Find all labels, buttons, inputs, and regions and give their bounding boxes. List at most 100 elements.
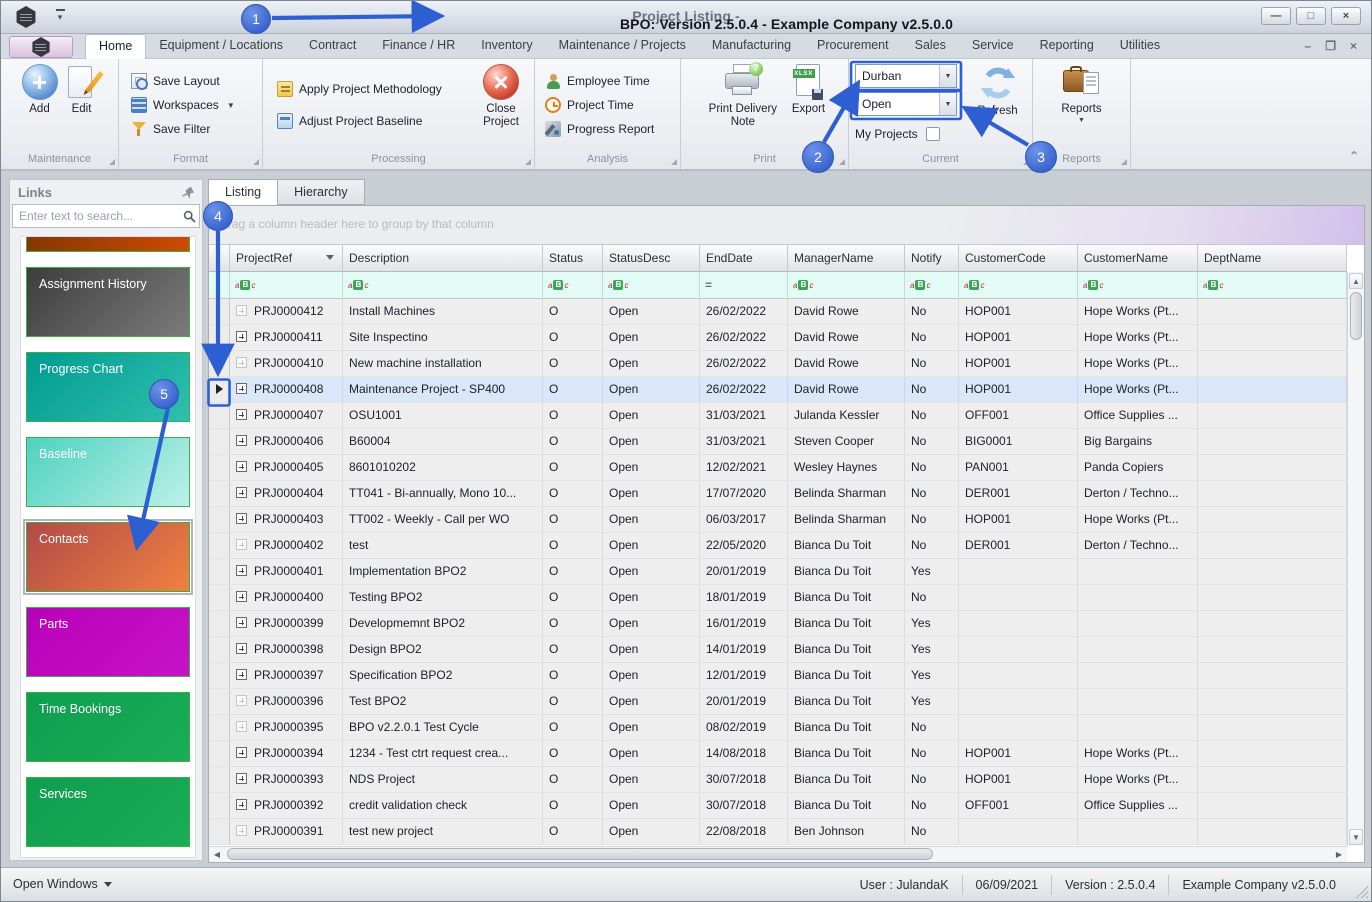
filter-cell-ccode[interactable]: aBc xyxy=(959,272,1078,299)
cell-mgr[interactable]: David Rowe xyxy=(788,299,905,324)
cell-dept[interactable] xyxy=(1198,429,1347,454)
mdi-restore-icon[interactable]: ❐ xyxy=(1325,38,1336,54)
cell-edate[interactable]: 12/01/2019 xyxy=(700,663,788,688)
cell-desc[interactable]: Install Machines xyxy=(343,299,543,324)
cell-edate[interactable]: 30/07/2018 xyxy=(700,767,788,792)
expand-row-icon[interactable] xyxy=(236,591,247,602)
column-header-status[interactable]: Status xyxy=(543,245,603,272)
mdi-close-icon[interactable]: × xyxy=(1350,38,1357,54)
cell-edate[interactable]: 18/01/2019 xyxy=(700,585,788,610)
progress-report-button[interactable]: Progress Report xyxy=(545,121,680,137)
cell-ccode[interactable]: HOP001 xyxy=(959,351,1078,376)
expand-row-icon[interactable] xyxy=(236,799,247,810)
cell-desc[interactable]: Design BPO2 xyxy=(343,637,543,662)
table-row[interactable]: PRJ0000404 TT041 - Bi-annually, Mono 10..… xyxy=(209,481,1347,507)
cell-status[interactable]: O xyxy=(543,611,603,636)
row-indicator-cell[interactable] xyxy=(209,715,230,740)
expand-row-icon[interactable] xyxy=(236,643,247,654)
cell-ccode[interactable] xyxy=(959,663,1078,688)
cell-cname[interactable] xyxy=(1078,585,1198,610)
row-indicator-cell[interactable] xyxy=(209,403,230,428)
adjust-project-baseline-button[interactable]: Adjust Project Baseline xyxy=(277,113,468,129)
cell-notify[interactable]: Yes xyxy=(905,559,959,584)
links-tile-partial[interactable] xyxy=(26,237,190,252)
cell-notify[interactable]: Yes xyxy=(905,689,959,714)
column-header-desc[interactable]: Description xyxy=(343,245,543,272)
cell-cname[interactable]: Hope Works (Pt... xyxy=(1078,351,1198,376)
links-tile-services[interactable]: Services xyxy=(26,777,190,847)
ribbon-tab-sales[interactable]: Sales xyxy=(902,34,959,59)
cell-sdesc[interactable]: Open xyxy=(603,559,700,584)
row-indicator-cell[interactable] xyxy=(209,299,230,324)
cell-sdesc[interactable]: Open xyxy=(603,429,700,454)
cell-cname[interactable]: Derton / Techno... xyxy=(1078,481,1198,506)
cell-ccode[interactable]: DER001 xyxy=(959,481,1078,506)
filter-cell-sdesc[interactable]: aBc xyxy=(603,272,700,299)
cell-ccode[interactable]: HOP001 xyxy=(959,299,1078,324)
vertical-scrollbar[interactable]: ▲ ▼ xyxy=(1347,272,1364,846)
cell-notify[interactable]: No xyxy=(905,299,959,324)
cell-mgr[interactable]: Belinda Sharman xyxy=(788,507,905,532)
expand-row-icon[interactable] xyxy=(236,539,247,550)
cell-cname[interactable]: Hope Works (Pt... xyxy=(1078,377,1198,402)
refresh-button[interactable]: Refresh xyxy=(977,59,1018,151)
site-dropdown[interactable]: Durban ▼ xyxy=(855,64,957,88)
table-row[interactable]: PRJ0000407 OSU1001 O Open 31/03/2021 Julanda … xyxy=(209,403,1347,429)
print-delivery-note-button[interactable]: ? Print Delivery Note xyxy=(704,59,782,151)
cell-projectref[interactable]: PRJ0000400 xyxy=(230,585,343,610)
tab-hierarchy[interactable]: Hierarchy xyxy=(277,179,365,205)
cell-mgr[interactable]: Bianca Du Toit xyxy=(788,767,905,792)
cell-sdesc[interactable]: Open xyxy=(603,481,700,506)
expand-row-icon[interactable] xyxy=(236,721,247,732)
row-indicator-cell[interactable] xyxy=(209,663,230,688)
cell-sdesc[interactable]: Open xyxy=(603,767,700,792)
links-tile-parts[interactable]: Parts xyxy=(26,607,190,677)
mdi-minimize-icon[interactable]: – xyxy=(1305,38,1312,54)
cell-cname[interactable] xyxy=(1078,611,1198,636)
cell-dept[interactable] xyxy=(1198,715,1347,740)
row-indicator-cell[interactable] xyxy=(209,689,230,714)
cell-dept[interactable] xyxy=(1198,325,1347,350)
ribbon-tab-inventory[interactable]: Inventory xyxy=(468,34,545,59)
cell-mgr[interactable]: David Rowe xyxy=(788,351,905,376)
table-row[interactable]: PRJ0000402 test O Open 22/05/2020 Bianca Du T… xyxy=(209,533,1347,559)
cell-sdesc[interactable]: Open xyxy=(603,377,700,402)
cell-status[interactable]: O xyxy=(543,325,603,350)
ribbon-tab-equipment-locations[interactable]: Equipment / Locations xyxy=(146,34,296,59)
cell-status[interactable]: O xyxy=(543,455,603,480)
cell-dept[interactable] xyxy=(1198,767,1347,792)
cell-desc[interactable]: 8601010202 xyxy=(343,455,543,480)
expand-row-icon[interactable] xyxy=(236,747,247,758)
table-row[interactable]: PRJ0000397 Specification BPO2 O Open 12/01/2… xyxy=(209,663,1347,689)
cell-sdesc[interactable]: Open xyxy=(603,351,700,376)
cell-notify[interactable]: Yes xyxy=(905,663,959,688)
cell-status[interactable]: O xyxy=(543,429,603,454)
dialog-launcher-icon[interactable] xyxy=(671,159,677,165)
cell-dept[interactable] xyxy=(1198,689,1347,714)
cell-edate[interactable]: 20/01/2019 xyxy=(700,559,788,584)
expand-row-icon[interactable] xyxy=(236,669,247,680)
cell-projectref[interactable]: PRJ0000402 xyxy=(230,533,343,558)
filter-cell-notify[interactable]: aBc xyxy=(905,272,959,299)
cell-sdesc[interactable]: Open xyxy=(603,533,700,558)
cell-sdesc[interactable]: Open xyxy=(603,663,700,688)
row-indicator-cell[interactable] xyxy=(209,351,230,376)
cell-projectref[interactable]: PRJ0000401 xyxy=(230,559,343,584)
cell-ccode[interactable]: PAN001 xyxy=(959,455,1078,480)
cell-status[interactable]: O xyxy=(543,819,603,844)
cell-projectref[interactable]: PRJ0000397 xyxy=(230,663,343,688)
dialog-launcher-icon[interactable] xyxy=(253,159,259,165)
column-header-notify[interactable]: Notify xyxy=(905,245,959,272)
cell-desc[interactable]: TT002 - Weekly - Call per WO xyxy=(343,507,543,532)
column-header-mgr[interactable]: ManagerName xyxy=(788,245,905,272)
links-tile-progress-chart[interactable]: Progress Chart xyxy=(26,352,190,422)
cell-cname[interactable]: Hope Works (Pt... xyxy=(1078,507,1198,532)
cell-edate[interactable]: 17/07/2020 xyxy=(700,481,788,506)
cell-ccode[interactable]: OFF001 xyxy=(959,403,1078,428)
cell-sdesc[interactable]: Open xyxy=(603,611,700,636)
scroll-right-icon[interactable]: ▶ xyxy=(1331,848,1347,861)
cell-status[interactable]: O xyxy=(543,715,603,740)
horizontal-scrollbar[interactable]: ◀ ▶ xyxy=(209,846,1347,862)
cell-status[interactable]: O xyxy=(543,351,603,376)
reports-button[interactable]: Reports ▼ xyxy=(1061,59,1102,151)
